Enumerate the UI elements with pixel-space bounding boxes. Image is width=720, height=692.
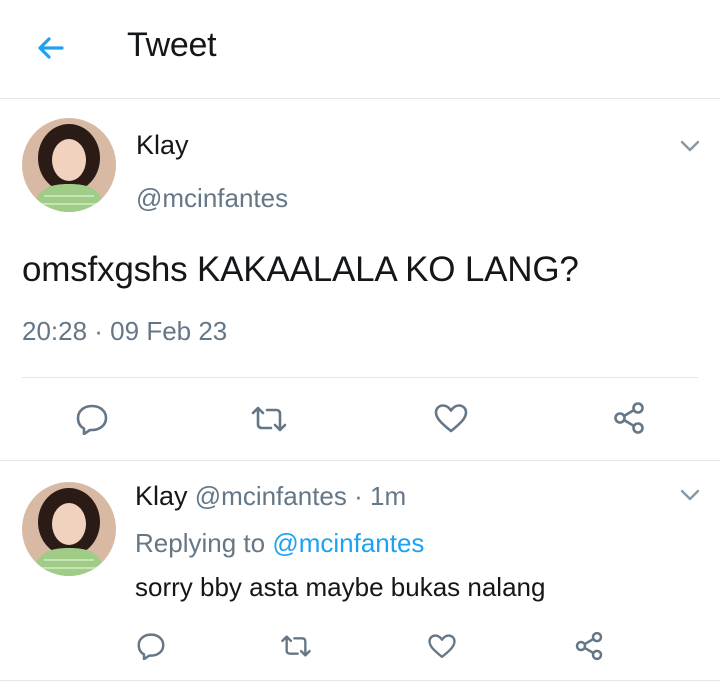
like-icon[interactable]	[433, 402, 469, 434]
replying-to-line: Replying to @mcinfantes	[135, 528, 424, 559]
replying-to-mention[interactable]: @mcinfantes	[272, 528, 424, 558]
top-bar: Tweet	[0, 0, 720, 99]
chevron-down-icon[interactable]	[679, 139, 701, 153]
divider	[0, 460, 720, 461]
divider	[0, 680, 720, 681]
avatar[interactable]	[22, 118, 116, 212]
share-icon[interactable]	[611, 400, 647, 436]
reply-text: sorry bby asta maybe bukas nalang	[135, 572, 546, 602]
like-icon[interactable]	[427, 632, 457, 660]
share-icon[interactable]	[573, 630, 605, 662]
reply-author-name[interactable]: Klay	[135, 481, 188, 511]
reply-author-handle[interactable]: @mcinfantes	[195, 481, 347, 511]
reply-header: Klay @mcinfantes · 1m	[135, 481, 406, 512]
replying-to-label: Replying to	[135, 528, 266, 558]
reply-age: · 1m	[354, 481, 407, 511]
retweet-icon[interactable]	[249, 403, 289, 435]
tweet-text: omsfxgshs KAKAALALA KO LANG?	[22, 250, 579, 289]
chevron-down-icon[interactable]	[679, 488, 701, 502]
reply-avatar[interactable]	[22, 482, 116, 576]
back-arrow-icon[interactable]	[30, 30, 70, 66]
reply-icon[interactable]	[136, 632, 166, 660]
retweet-icon[interactable]	[279, 632, 313, 660]
author-name[interactable]: Klay	[136, 130, 189, 161]
reply-icon[interactable]	[75, 403, 109, 435]
author-handle[interactable]: @mcinfantes	[136, 183, 288, 214]
page-title: Tweet	[127, 26, 217, 64]
tweet-timestamp[interactable]: 20:28 · 09 Feb 23	[22, 316, 227, 347]
divider	[22, 377, 698, 378]
